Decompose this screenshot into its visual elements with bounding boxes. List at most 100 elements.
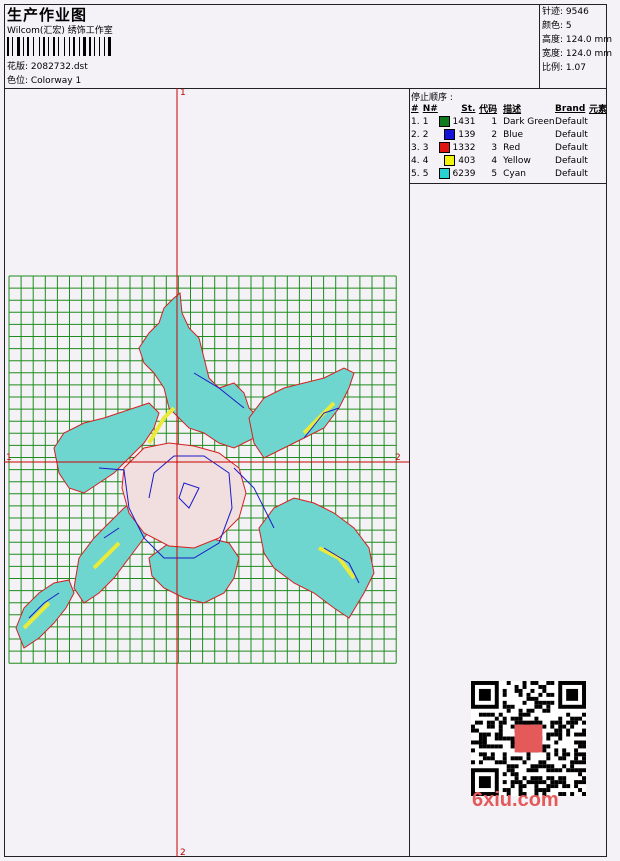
row-code: 4 xyxy=(491,155,498,166)
barcode-bar xyxy=(58,37,59,56)
qr-module xyxy=(486,724,491,729)
qr-module xyxy=(530,688,535,693)
qr-module xyxy=(582,752,586,757)
qr-module xyxy=(538,760,543,765)
qr-module xyxy=(582,760,586,765)
qr-module xyxy=(562,784,567,789)
qr-module xyxy=(498,724,503,729)
qr-module xyxy=(518,716,523,721)
qr-module xyxy=(514,684,519,689)
qr-module xyxy=(558,756,563,761)
row-st-cell: 139 xyxy=(439,128,475,141)
qr-module xyxy=(514,772,519,777)
qr-module xyxy=(510,780,515,785)
qr-module xyxy=(518,780,523,785)
barcode-bar xyxy=(23,37,24,56)
qr-module xyxy=(510,736,515,741)
qr-module xyxy=(530,720,535,725)
qr-module xyxy=(478,744,483,749)
qr-module xyxy=(506,768,511,773)
qr-module xyxy=(494,716,499,721)
qr-module xyxy=(514,780,519,785)
design-scale: 比例: 1.07 xyxy=(542,63,586,73)
stops-divider xyxy=(409,183,607,184)
qr-module xyxy=(566,732,571,737)
qr-module xyxy=(566,768,571,773)
qr-module xyxy=(494,744,499,749)
qr-module xyxy=(570,724,575,729)
qr-module xyxy=(558,728,563,733)
qr-module xyxy=(554,768,559,773)
qr-module xyxy=(538,776,543,781)
qr-module xyxy=(554,752,559,757)
qr-module xyxy=(546,700,551,705)
qr-module xyxy=(486,732,491,737)
watermark-site: 6xiu.com xyxy=(472,789,559,811)
qr-module xyxy=(510,740,515,745)
qr-module xyxy=(506,681,511,685)
qr-module xyxy=(558,776,563,781)
barcode xyxy=(7,37,141,56)
qr-module xyxy=(478,760,483,765)
qr-module xyxy=(570,764,575,769)
qr-module xyxy=(478,720,483,725)
qr-module xyxy=(502,736,507,741)
qr-module xyxy=(550,700,555,705)
qr-module xyxy=(558,768,563,773)
qr-module xyxy=(558,736,563,741)
qr-module xyxy=(498,728,503,733)
qr-module xyxy=(566,752,571,757)
qr-module xyxy=(570,720,575,725)
qr-logo xyxy=(514,724,543,753)
qr-module xyxy=(562,780,567,785)
qr-module xyxy=(578,760,583,765)
qr-module xyxy=(530,696,535,701)
axis-label-left: 1 xyxy=(6,453,12,463)
row-brand: Default xyxy=(555,155,588,166)
qr-module xyxy=(522,760,527,765)
qr-module xyxy=(498,712,503,717)
barcode-bar xyxy=(108,37,111,56)
row-element xyxy=(589,141,607,154)
qr-module xyxy=(550,768,555,773)
qr-module xyxy=(510,716,515,721)
qr-module xyxy=(582,740,586,745)
qr-module xyxy=(550,681,555,685)
barcode-bar xyxy=(69,37,70,56)
qr-finder xyxy=(478,776,491,789)
qr-module xyxy=(482,736,487,741)
row-element xyxy=(589,115,607,128)
qr-module xyxy=(498,760,503,765)
qr-module xyxy=(514,764,519,769)
qr-module xyxy=(530,708,535,713)
row-code: 2 xyxy=(491,129,498,140)
qr-module xyxy=(538,692,543,697)
qr-module xyxy=(562,756,567,761)
qr-module xyxy=(530,780,535,785)
qr-module xyxy=(522,712,527,717)
qr-module xyxy=(502,704,507,709)
qr-module xyxy=(490,752,495,757)
qr-module xyxy=(518,756,523,761)
qr-module xyxy=(471,740,475,745)
qr-module xyxy=(506,764,511,769)
qr-module xyxy=(498,736,503,741)
color-swatch xyxy=(444,155,456,166)
qr-module xyxy=(534,776,539,781)
file-label: 花版: 2082732.dst xyxy=(7,62,88,72)
row-n: 1 xyxy=(422,116,429,127)
qr-module xyxy=(522,684,527,689)
qr-module xyxy=(550,732,555,737)
qr-module xyxy=(526,692,531,697)
qr-module xyxy=(562,764,567,769)
qr-module xyxy=(514,776,519,781)
qr-module xyxy=(550,776,555,781)
row-num: 5. xyxy=(411,168,420,179)
qr-module xyxy=(574,716,579,721)
color-swatch xyxy=(438,168,450,179)
qr-module xyxy=(530,776,535,781)
qr-module xyxy=(546,732,551,737)
qr-module xyxy=(534,768,539,773)
row-st-cell: 1332 xyxy=(438,141,475,154)
qr-module xyxy=(498,720,503,725)
